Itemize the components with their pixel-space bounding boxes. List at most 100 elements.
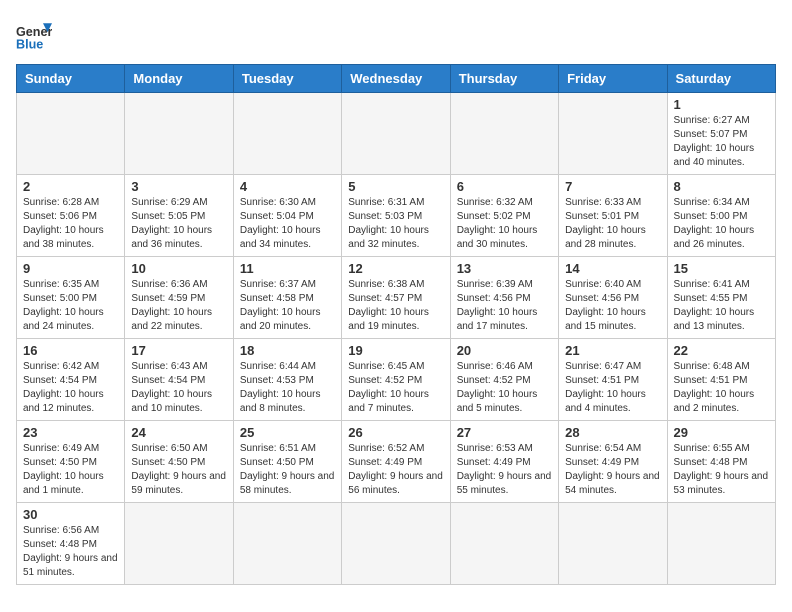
calendar-cell: 18Sunrise: 6:44 AM Sunset: 4:53 PM Dayli… bbox=[233, 339, 341, 421]
calendar-cell bbox=[233, 93, 341, 175]
day-info: Sunrise: 6:33 AM Sunset: 5:01 PM Dayligh… bbox=[565, 196, 660, 252]
calendar-cell: 13 Sunrise: 6:39 AM Sunset: 4:56 PM Dayli… bbox=[450, 257, 558, 339]
day-number: 5 bbox=[348, 179, 443, 194]
calendar-cell: 4 Sunrise: 6:30 AM Sunset: 5:04 PM Daylig… bbox=[233, 175, 341, 257]
calendar-cell bbox=[559, 503, 667, 585]
calendar-cell: 28 Sunrise: 6:54 AM Sunset: 4:49 PM Dayli… bbox=[559, 421, 667, 503]
calendar-header-monday: Monday bbox=[125, 65, 233, 93]
calendar-cell: 24 Sunrise: 6:50 AM Sunset: 4:50 PM Dayli… bbox=[125, 421, 233, 503]
calendar-cell: 1 Sunrise: 6:27 AM Sunset: 5:07 PM Daylig… bbox=[667, 93, 775, 175]
day-info: Sunrise: 6:48 AM Sunset: 4:51 PM Dayligh… bbox=[674, 360, 769, 416]
day-number: 30 bbox=[23, 507, 118, 522]
calendar-header-tuesday: Tuesday bbox=[233, 65, 341, 93]
calendar-cell: 26Sunrise: 6:52 AM Sunset: 4:49 PM Dayli… bbox=[342, 421, 450, 503]
day-number: 8 bbox=[674, 179, 769, 194]
day-number: 14 bbox=[565, 261, 660, 276]
calendar-cell: 15Sunrise: 6:41 AM Sunset: 4:55 PM Dayli… bbox=[667, 257, 775, 339]
day-number: 1 bbox=[674, 97, 769, 112]
day-info: Sunrise: 6:34 AM Sunset: 5:00 PM Dayligh… bbox=[674, 196, 769, 252]
day-number: 7 bbox=[565, 179, 660, 194]
day-number: 10 bbox=[131, 261, 226, 276]
calendar-cell bbox=[125, 503, 233, 585]
day-number: 19 bbox=[348, 343, 443, 358]
calendar-cell bbox=[233, 503, 341, 585]
calendar-cell bbox=[342, 93, 450, 175]
page-header: General Blue bbox=[16, 16, 776, 52]
svg-text:Blue: Blue bbox=[16, 37, 43, 51]
day-info: Sunrise: 6:36 AM Sunset: 4:59 PM Dayligh… bbox=[131, 278, 226, 334]
day-info: Sunrise: 6:28 AM Sunset: 5:06 PM Dayligh… bbox=[23, 196, 118, 252]
day-number: 24 bbox=[131, 425, 226, 440]
day-number: 13 bbox=[457, 261, 552, 276]
day-number: 29 bbox=[674, 425, 769, 440]
calendar-cell: 11Sunrise: 6:37 AM Sunset: 4:58 PM Dayli… bbox=[233, 257, 341, 339]
day-info: Sunrise: 6:54 AM Sunset: 4:49 PM Dayligh… bbox=[565, 442, 660, 498]
calendar-cell bbox=[342, 503, 450, 585]
day-number: 4 bbox=[240, 179, 335, 194]
calendar-cell: 2 Sunrise: 6:28 AM Sunset: 5:06 PM Daylig… bbox=[17, 175, 125, 257]
day-info: Sunrise: 6:45 AM Sunset: 4:52 PM Dayligh… bbox=[348, 360, 443, 416]
day-number: 16 bbox=[23, 343, 118, 358]
logo-icon: General Blue bbox=[16, 16, 52, 52]
day-number: 12 bbox=[348, 261, 443, 276]
calendar-header-thursday: Thursday bbox=[450, 65, 558, 93]
day-info: Sunrise: 6:37 AM Sunset: 4:58 PM Dayligh… bbox=[240, 278, 335, 334]
day-number: 9 bbox=[23, 261, 118, 276]
calendar-cell: 7 Sunrise: 6:33 AM Sunset: 5:01 PM Daylig… bbox=[559, 175, 667, 257]
day-info: Sunrise: 6:29 AM Sunset: 5:05 PM Dayligh… bbox=[131, 196, 226, 252]
calendar-week-5: 23 Sunrise: 6:49 AM Sunset: 4:50 PM Dayli… bbox=[17, 421, 776, 503]
calendar-cell: 29Sunrise: 6:55 AM Sunset: 4:48 PM Dayli… bbox=[667, 421, 775, 503]
calendar-cell: 27Sunrise: 6:53 AM Sunset: 4:49 PM Dayli… bbox=[450, 421, 558, 503]
day-info: Sunrise: 6:32 AM Sunset: 5:02 PM Dayligh… bbox=[457, 196, 552, 252]
calendar-cell: 12Sunrise: 6:38 AM Sunset: 4:57 PM Dayli… bbox=[342, 257, 450, 339]
day-info: Sunrise: 6:35 AM Sunset: 5:00 PM Dayligh… bbox=[23, 278, 118, 334]
day-info: Sunrise: 6:43 AM Sunset: 4:54 PM Dayligh… bbox=[131, 360, 226, 416]
calendar-cell: 16 Sunrise: 6:42 AM Sunset: 4:54 PM Dayli… bbox=[17, 339, 125, 421]
day-info: Sunrise: 6:46 AM Sunset: 4:52 PM Dayligh… bbox=[457, 360, 552, 416]
calendar-header-sunday: Sunday bbox=[17, 65, 125, 93]
calendar-cell: 20 Sunrise: 6:46 AM Sunset: 4:52 PM Dayli… bbox=[450, 339, 558, 421]
day-number: 21 bbox=[565, 343, 660, 358]
calendar-header-wednesday: Wednesday bbox=[342, 65, 450, 93]
day-info: Sunrise: 6:52 AM Sunset: 4:49 PM Dayligh… bbox=[348, 442, 443, 498]
day-number: 25 bbox=[240, 425, 335, 440]
calendar-cell: 17Sunrise: 6:43 AM Sunset: 4:54 PM Dayli… bbox=[125, 339, 233, 421]
calendar-cell bbox=[450, 503, 558, 585]
day-info: Sunrise: 6:51 AM Sunset: 4:50 PM Dayligh… bbox=[240, 442, 335, 498]
day-number: 23 bbox=[23, 425, 118, 440]
day-number: 3 bbox=[131, 179, 226, 194]
day-number: 15 bbox=[674, 261, 769, 276]
calendar-cell bbox=[559, 93, 667, 175]
day-number: 6 bbox=[457, 179, 552, 194]
day-info: Sunrise: 6:42 AM Sunset: 4:54 PM Dayligh… bbox=[23, 360, 118, 416]
day-info: Sunrise: 6:47 AM Sunset: 4:51 PM Dayligh… bbox=[565, 360, 660, 416]
calendar-cell: 19 Sunrise: 6:45 AM Sunset: 4:52 PM Dayli… bbox=[342, 339, 450, 421]
day-info: Sunrise: 6:31 AM Sunset: 5:03 PM Dayligh… bbox=[348, 196, 443, 252]
day-number: 20 bbox=[457, 343, 552, 358]
calendar-cell: 30 Sunrise: 6:56 AM Sunset: 4:48 PM Dayli… bbox=[17, 503, 125, 585]
calendar-cell bbox=[125, 93, 233, 175]
calendar-cell: 10 Sunrise: 6:36 AM Sunset: 4:59 PM Dayli… bbox=[125, 257, 233, 339]
calendar-cell: 23 Sunrise: 6:49 AM Sunset: 4:50 PM Dayli… bbox=[17, 421, 125, 503]
day-number: 22 bbox=[674, 343, 769, 358]
calendar-header-friday: Friday bbox=[559, 65, 667, 93]
day-info: Sunrise: 6:49 AM Sunset: 4:50 PM Dayligh… bbox=[23, 442, 118, 498]
day-info: Sunrise: 6:44 AM Sunset: 4:53 PM Dayligh… bbox=[240, 360, 335, 416]
logo: General Blue bbox=[16, 16, 56, 52]
day-info: Sunrise: 6:30 AM Sunset: 5:04 PM Dayligh… bbox=[240, 196, 335, 252]
day-number: 28 bbox=[565, 425, 660, 440]
day-info: Sunrise: 6:56 AM Sunset: 4:48 PM Dayligh… bbox=[23, 524, 118, 580]
day-number: 2 bbox=[23, 179, 118, 194]
day-info: Sunrise: 6:27 AM Sunset: 5:07 PM Dayligh… bbox=[674, 114, 769, 170]
calendar-cell: 14 Sunrise: 6:40 AM Sunset: 4:56 PM Dayli… bbox=[559, 257, 667, 339]
calendar-week-6: 30 Sunrise: 6:56 AM Sunset: 4:48 PM Dayli… bbox=[17, 503, 776, 585]
calendar-header-saturday: Saturday bbox=[667, 65, 775, 93]
day-info: Sunrise: 6:50 AM Sunset: 4:50 PM Dayligh… bbox=[131, 442, 226, 498]
calendar-week-2: 2 Sunrise: 6:28 AM Sunset: 5:06 PM Daylig… bbox=[17, 175, 776, 257]
calendar-cell: 5 Sunrise: 6:31 AM Sunset: 5:03 PM Daylig… bbox=[342, 175, 450, 257]
day-info: Sunrise: 6:53 AM Sunset: 4:49 PM Dayligh… bbox=[457, 442, 552, 498]
day-info: Sunrise: 6:39 AM Sunset: 4:56 PM Dayligh… bbox=[457, 278, 552, 334]
calendar-cell: 6 Sunrise: 6:32 AM Sunset: 5:02 PM Daylig… bbox=[450, 175, 558, 257]
day-info: Sunrise: 6:40 AM Sunset: 4:56 PM Dayligh… bbox=[565, 278, 660, 334]
calendar-week-3: 9 Sunrise: 6:35 AM Sunset: 5:00 PM Daylig… bbox=[17, 257, 776, 339]
